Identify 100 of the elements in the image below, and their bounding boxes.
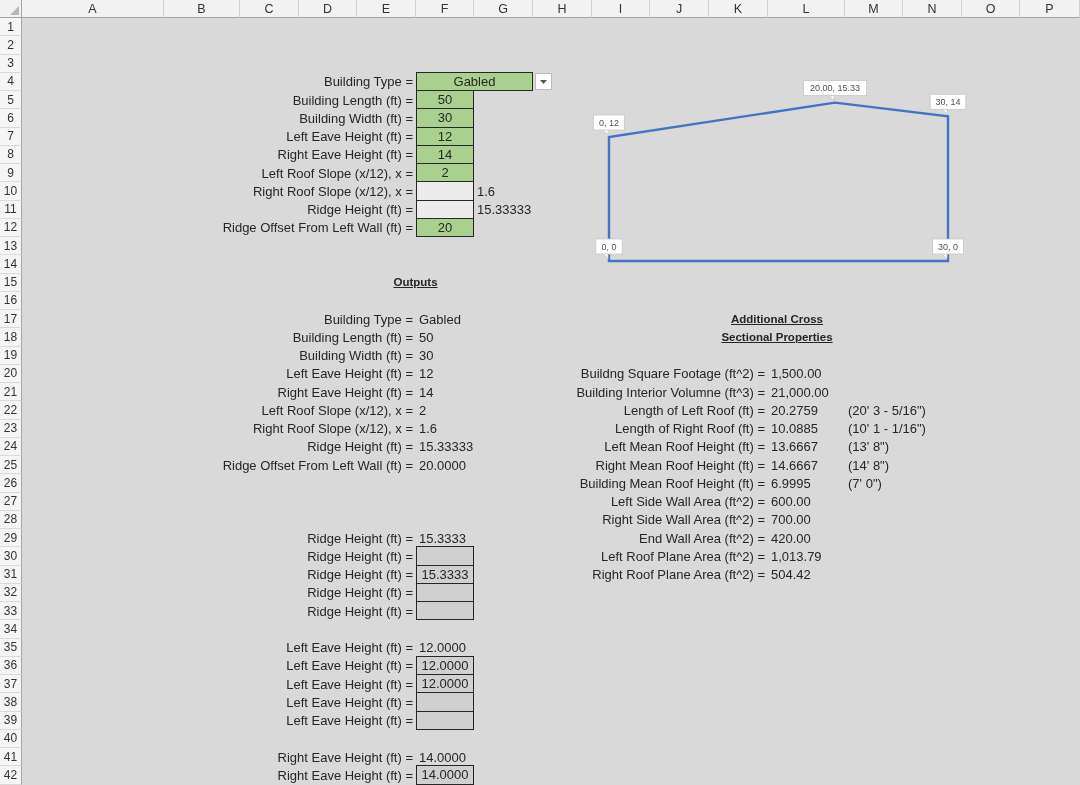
- column-header[interactable]: I: [592, 0, 650, 18]
- field-label: Ridge Height (ft) =: [307, 202, 414, 218]
- property-label: Left Roof Plane Area (ft^2) =: [601, 548, 766, 564]
- row-header[interactable]: 42: [0, 766, 22, 785]
- field-label: Ridge Offset From Left Wall (ft) =: [222, 220, 414, 236]
- row-header[interactable]: 30: [0, 547, 22, 566]
- column-header[interactable]: G: [474, 0, 533, 18]
- point-label: 20.00, 15.33: [803, 79, 867, 101]
- point-label: 30, 14: [929, 93, 967, 115]
- column-header[interactable]: M: [845, 0, 903, 18]
- dropdown-button[interactable]: [535, 73, 552, 91]
- field-label: Right Roof Slope (x/12), x =: [252, 183, 414, 199]
- row-header[interactable]: 17: [0, 310, 22, 329]
- column-header[interactable]: N: [903, 0, 962, 18]
- output-label: Ridge Height (ft) =: [307, 603, 414, 619]
- input-field[interactable]: [416, 181, 474, 201]
- output-label: Left Eave Height (ft) =: [286, 640, 414, 656]
- property-value: 700.00: [770, 512, 811, 528]
- row-header[interactable]: 2: [0, 36, 22, 55]
- output-label: Left Eave Height (ft) =: [286, 713, 414, 729]
- output-cell: 12.0000: [416, 655, 474, 675]
- property-label: Right Side Wall Area (ft^2) =: [602, 512, 766, 528]
- input-field[interactable]: 12: [416, 126, 474, 146]
- column-header[interactable]: D: [299, 0, 357, 18]
- input-field[interactable]: 14: [416, 144, 474, 164]
- property-label: Left Side Wall Area (ft^2) =: [610, 494, 766, 510]
- section-heading: Sectional Properties: [721, 329, 833, 345]
- output-value: Gabled: [418, 311, 461, 327]
- column-header[interactable]: O: [962, 0, 1020, 18]
- output-cell: 14.0000: [416, 765, 474, 785]
- output-cell: 15.3333: [416, 564, 474, 584]
- output-label: Building Type =: [323, 311, 414, 327]
- property-note: (7' 0"): [847, 475, 882, 491]
- output-value: 14.0000: [418, 749, 466, 765]
- row-header[interactable]: 1: [0, 18, 22, 37]
- column-header[interactable]: B: [164, 0, 240, 18]
- row-header[interactable]: 33: [0, 602, 22, 621]
- column-header[interactable]: L: [768, 0, 845, 18]
- field-label: Left Roof Slope (x/12), x =: [261, 165, 414, 181]
- property-value: 13.6667: [770, 439, 818, 455]
- field-label: Building Type =: [323, 74, 414, 90]
- input-field[interactable]: 50: [416, 90, 474, 110]
- output-value: 15.33333: [418, 439, 474, 455]
- row-header[interactable]: 14: [0, 255, 22, 274]
- row-header[interactable]: 9: [0, 164, 22, 183]
- cell-value: 1.6: [476, 183, 496, 199]
- property-value: 420.00: [770, 530, 811, 546]
- input-field[interactable]: Gabled: [416, 71, 533, 91]
- output-cell: [416, 582, 474, 602]
- property-value: 600.00: [770, 494, 811, 510]
- column-header[interactable]: F: [416, 0, 474, 18]
- input-field[interactable]: 2: [416, 163, 474, 183]
- property-label: Length of Right Roof (ft) =: [615, 421, 766, 437]
- column-header[interactable]: K: [709, 0, 768, 18]
- output-value: 2: [418, 402, 427, 418]
- row-header[interactable]: 21: [0, 383, 22, 402]
- column-header[interactable]: C: [240, 0, 299, 18]
- output-label: Building Width (ft) =: [299, 348, 414, 364]
- row-header[interactable]: 34: [0, 620, 22, 639]
- column-header[interactable]: P: [1020, 0, 1080, 18]
- property-label: Left Mean Roof Height (ft) =: [604, 439, 766, 455]
- caret-icon: [540, 79, 547, 84]
- input-field[interactable]: [416, 199, 474, 219]
- column-header[interactable]: J: [650, 0, 709, 18]
- row-header[interactable]: 18: [0, 328, 22, 347]
- section-heading: Additional Cross: [731, 311, 823, 327]
- property-label: End Wall Area (ft^2) =: [639, 530, 766, 546]
- section-heading: Outputs: [393, 275, 438, 291]
- row-header[interactable]: 25: [0, 456, 22, 475]
- property-note: (13' 8"): [847, 439, 890, 455]
- output-value: 30: [418, 348, 434, 364]
- row-header[interactable]: 41: [0, 748, 22, 767]
- row-header[interactable]: 37: [0, 675, 22, 694]
- output-value: 50: [418, 329, 434, 345]
- column-header[interactable]: A: [22, 0, 164, 18]
- property-note: (10' 1 - 1/16"): [847, 421, 926, 437]
- property-label: Length of Left Roof (ft) =: [623, 402, 766, 418]
- input-field[interactable]: 20: [416, 217, 474, 237]
- output-value: 1.6: [418, 421, 438, 437]
- field-label: Right Eave Height (ft) =: [277, 147, 414, 163]
- row-header[interactable]: 38: [0, 693, 22, 712]
- cell-value: 15.33333: [476, 202, 532, 218]
- column-header[interactable]: E: [357, 0, 416, 18]
- row-header[interactable]: 5: [0, 91, 22, 110]
- output-label: Left Roof Slope (x/12), x =: [261, 402, 414, 418]
- property-label: Right Roof Plane Area (ft^2) =: [592, 567, 766, 583]
- row-header[interactable]: 13: [0, 237, 22, 256]
- property-label: Right Mean Roof Height (ft) =: [595, 457, 766, 473]
- column-header[interactable]: H: [533, 0, 592, 18]
- field-label: Left Eave Height (ft) =: [286, 129, 414, 145]
- input-field[interactable]: 30: [416, 108, 474, 128]
- output-cell: [416, 710, 474, 730]
- row-header[interactable]: 22: [0, 401, 22, 420]
- output-label: Right Roof Slope (x/12), x =: [252, 421, 414, 437]
- row-header[interactable]: 29: [0, 529, 22, 548]
- output-label: Left Eave Height (ft) =: [286, 676, 414, 692]
- row-header[interactable]: 10: [0, 182, 22, 201]
- row-header[interactable]: 6: [0, 109, 22, 128]
- row-header[interactable]: 26: [0, 474, 22, 493]
- property-note: (20' 3 - 5/16"): [847, 402, 926, 418]
